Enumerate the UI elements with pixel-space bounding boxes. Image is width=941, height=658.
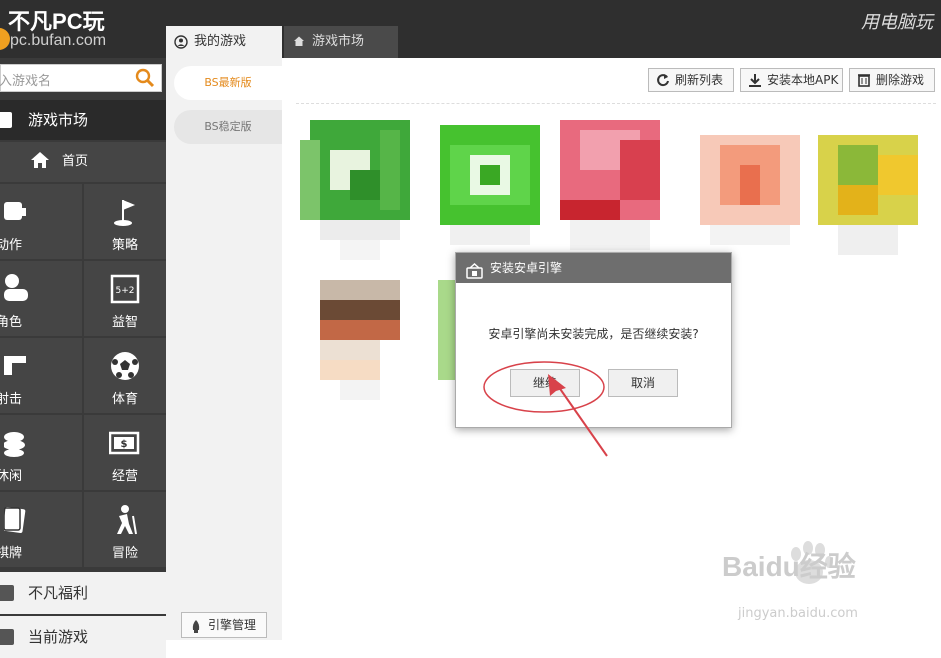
game-tile-4[interactable] <box>700 125 820 265</box>
app-logo: 不凡PC玩 pc.bufan.com <box>0 2 156 56</box>
game-icon-blurred <box>560 120 680 260</box>
store-icon <box>0 112 12 128</box>
game-tile-1[interactable] <box>300 120 420 260</box>
category-strategy[interactable]: 策略 <box>84 184 166 259</box>
logo-url: pc.bufan.com <box>10 32 107 49</box>
annotation-highlight <box>483 361 608 457</box>
game-icon-blurred <box>700 125 820 265</box>
role-icon <box>4 273 36 305</box>
category-shooting[interactable]: 射击 <box>0 338 82 413</box>
category-business[interactable]: $ 经营 <box>84 415 166 490</box>
category-cards[interactable]: 棋牌 <box>0 492 82 567</box>
flag-icon <box>109 196 141 228</box>
home-icon <box>30 151 50 174</box>
watermark-url: jingyan.baidu.com <box>738 606 858 621</box>
dialog-message: 安卓引擎尚未安装完成，是否继续安装? <box>488 327 699 341</box>
action-icon <box>4 196 36 228</box>
hiker-icon <box>109 504 141 536</box>
search-icon[interactable] <box>135 68 155 88</box>
game-tile-2[interactable] <box>440 125 560 265</box>
gift-icon <box>0 585 14 601</box>
category-adventure[interactable]: 冒险 <box>84 492 166 567</box>
download-icon <box>748 73 762 87</box>
category-role[interactable]: 角色 <box>0 261 82 336</box>
toolbar-divider <box>296 103 936 104</box>
tab-label: 游戏市场 <box>312 34 365 49</box>
game-icon-blurred <box>440 125 560 265</box>
sidebar-item-welfare[interactable]: 不凡福利 <box>0 572 166 614</box>
android-package-icon <box>466 260 483 279</box>
soccer-icon <box>109 350 141 382</box>
tab-label: 我的游戏 <box>194 34 247 49</box>
tab-game-market[interactable]: 游戏市场 <box>284 26 398 58</box>
game-tile-5[interactable] <box>818 125 938 265</box>
delete-game-button[interactable]: 删除游戏 <box>849 68 935 92</box>
subnav-bs-stable[interactable]: BS稳定版 <box>174 110 282 144</box>
sidebar-item-home[interactable]: 首页 <box>0 142 166 182</box>
category-puzzle[interactable]: 5+2 益智 <box>84 261 166 336</box>
top-bar: 不凡PC玩 pc.bufan.com 用电脑玩 我的游戏 游戏市场 <box>0 0 941 58</box>
svg-text:5+2: 5+2 <box>116 286 135 296</box>
category-header[interactable]: 游戏市场 <box>0 100 166 140</box>
subnav-bs-latest[interactable]: BS最新版 <box>174 66 282 100</box>
dialog-title: 安装安卓引擎 <box>490 261 563 275</box>
game-icon-blurred <box>300 270 420 410</box>
sidebar: 入游戏名 游戏市场 首页 动作 策略 角色 5+2 益智 射击 体育 休闲 $ … <box>0 58 166 658</box>
watermark-brand: Baidu经验 <box>722 551 856 582</box>
svg-text:$: $ <box>121 439 128 450</box>
search-input[interactable]: 入游戏名 <box>0 64 162 92</box>
leisure-icon <box>3 427 36 459</box>
dialog-title-bar: 安装安卓引擎 <box>456 253 731 283</box>
gun-icon <box>4 350 36 382</box>
money-icon: $ <box>108 427 141 459</box>
tab-my-games[interactable]: 我的游戏 <box>166 26 282 58</box>
search-placeholder: 入游戏名 <box>0 74 52 89</box>
refresh-list-button[interactable]: 刷新列表 <box>648 68 734 92</box>
user-circle-icon <box>174 35 188 49</box>
sidebar-item-current-games[interactable]: 当前游戏 <box>0 616 166 658</box>
cards-icon <box>2 504 36 536</box>
refresh-icon <box>656 73 670 87</box>
version-subnav: BS最新版 BS稳定版 <box>166 58 282 640</box>
category-leisure[interactable]: 休闲 <box>0 415 82 490</box>
home-icon <box>292 35 306 49</box>
install-local-apk-button[interactable]: 安装本地APK <box>740 68 843 92</box>
puzzle-icon: 5+2 <box>109 273 141 305</box>
engine-manage-button[interactable]: 引擎管理 <box>181 612 267 638</box>
category-action[interactable]: 动作 <box>0 184 82 259</box>
trash-icon <box>857 73 871 87</box>
rocket-icon <box>190 618 202 642</box>
top-slogan: 用电脑玩 <box>861 12 933 33</box>
gamepad-icon <box>0 629 14 645</box>
game-tile-3[interactable] <box>560 120 680 260</box>
category-sports[interactable]: 体育 <box>84 338 166 413</box>
game-icon-blurred <box>300 120 420 260</box>
game-icon-blurred <box>818 125 938 265</box>
game-tile-6[interactable] <box>300 270 420 410</box>
